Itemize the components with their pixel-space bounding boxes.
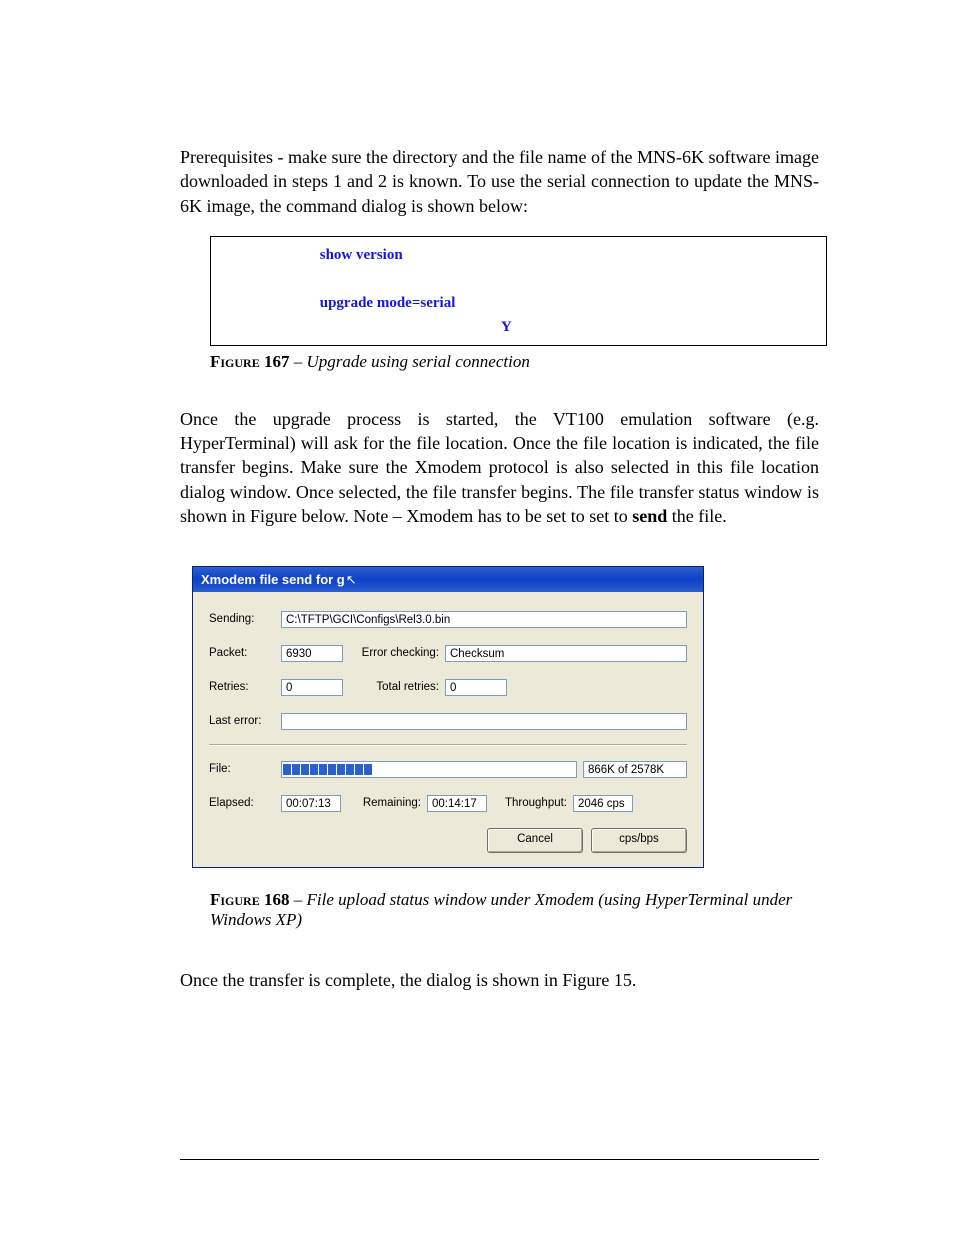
cancel-button[interactable]: Cancel xyxy=(487,828,583,853)
cmd-confirm-y: Y xyxy=(501,319,512,335)
last-error-field xyxy=(281,713,687,730)
packet-label: Packet: xyxy=(209,647,281,659)
cursor-icon: ↖ xyxy=(346,572,357,588)
footer-rule xyxy=(180,1159,819,1160)
cps-bps-button[interactable]: cps/bps xyxy=(591,828,687,853)
command-box: Magnum6K25# show version Build 3.0 May 5… xyxy=(210,236,827,346)
retries-field: 0 xyxy=(281,679,343,696)
last-error-label: Last error: xyxy=(209,715,281,727)
figure-168-caption: Figure 168 – File upload status window u… xyxy=(210,890,810,930)
sending-label: Sending: xyxy=(209,613,281,625)
sending-field: C:\TFTP\GCI\Configs\Rel3.0.bin xyxy=(281,611,687,628)
file-progress-bar xyxy=(281,761,577,778)
throughput-label: Throughput: xyxy=(487,797,573,809)
paragraph-transfer-complete: Once the transfer is complete, the dialo… xyxy=(180,968,819,992)
file-info-field: 866K of 2578K xyxy=(583,761,687,778)
throughput-field: 2046 cps xyxy=(573,795,633,812)
elapsed-label: Elapsed: xyxy=(209,797,281,809)
remaining-label: Remaining: xyxy=(341,797,427,809)
total-retries-field: 0 xyxy=(445,679,507,696)
remaining-field: 00:14:17 xyxy=(427,795,487,812)
cmd-upgrade-serial: upgrade mode=serial xyxy=(320,295,456,311)
paragraph-upgrade-process: Once the upgrade process is started, the… xyxy=(180,407,819,528)
paragraph-prereq: Prerequisites - make sure the directory … xyxy=(180,145,819,218)
elapsed-field: 00:07:13 xyxy=(281,795,341,812)
figure-167-caption: Figure 167 – Upgrade using serial connec… xyxy=(210,352,819,372)
error-checking-label: Error checking: xyxy=(343,647,445,659)
total-retries-label: Total retries: xyxy=(343,681,445,693)
packet-field: 6930 xyxy=(281,645,343,662)
file-label: File: xyxy=(209,763,281,775)
error-checking-field: Checksum xyxy=(445,645,687,662)
dialog-titlebar: Xmodem file send for g↖ xyxy=(193,567,703,592)
retries-label: Retries: xyxy=(209,681,281,693)
cmd-show-version: show version xyxy=(320,247,403,263)
xmodem-dialog: Xmodem file send for g↖ Sending: C:\TFTP… xyxy=(192,566,704,868)
